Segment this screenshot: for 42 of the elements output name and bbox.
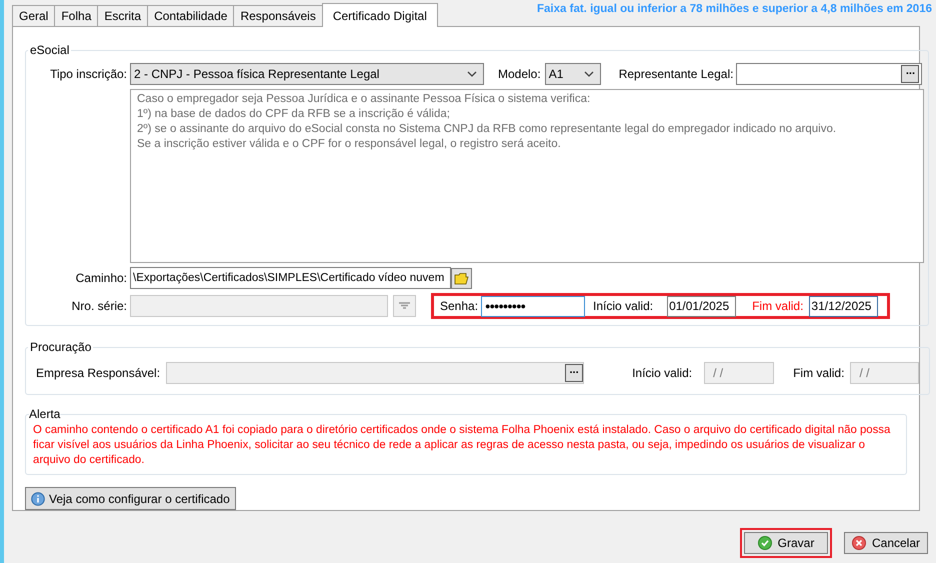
filter-icon (399, 302, 410, 310)
field-label: Empresa Responsável: (36, 365, 160, 382)
help-button[interactable]: Veja como configurar o certificado (25, 487, 236, 510)
field-label: Início valid: (632, 365, 692, 382)
lookup-button[interactable]: ... (901, 65, 920, 83)
filter-button[interactable] (393, 295, 416, 317)
path-field[interactable]: \Exportações\Certificados\SIMPLES\Certificado vídeo nuvem (130, 267, 451, 289)
field-label: Nro. série: (70, 298, 128, 315)
chevron-down-icon (467, 71, 477, 77)
field-label: Modelo: (498, 66, 541, 83)
group-title: Alerta (29, 406, 60, 423)
group-title: eSocial (29, 42, 70, 59)
folder-icon (454, 272, 469, 284)
field-label: Início valid: (593, 298, 654, 315)
tab[interactable]: Geral (12, 5, 56, 26)
representative-field[interactable] (736, 63, 922, 85)
end-date-field[interactable]: 31/12/2025 (809, 296, 878, 316)
start-date-field: / / (704, 362, 774, 384)
field-label: Senha: (440, 298, 478, 315)
info-icon (31, 492, 45, 506)
save-button[interactable]: Gravar (744, 532, 828, 554)
folder-button[interactable] (451, 268, 472, 288)
field-label: Representante Legal: (618, 66, 734, 83)
start-date-field[interactable]: 01/01/2025 (667, 296, 736, 316)
group-title: Procuração (29, 339, 92, 356)
field-label: Caminho: (74, 270, 128, 287)
alert-message: O caminho contendo o certificado A1 foi copiado para o diretório certificados onde o sistema Folha Phoenix está instalado. Caso o arquivo do certificado digital não possa ficar visível aos usuários da Linha Phoenix, solicitar ao seu técnico de rede a aplicar as regras de acesso nesta pasta, ou seja, impedindo os usuários de visualizar o arquivo do certificado. (33, 423, 892, 468)
field-label: Fim valid: (793, 365, 844, 382)
banner-text: Faixa fat. igual ou inferior a 78 milhões e superior a 4,8 milhões em 2016 (537, 2, 932, 17)
tab[interactable]: Certificado Digital (322, 3, 438, 27)
close-icon (852, 536, 866, 550)
info-text-box[interactable]: Caso o empregador seja Pessoa Jurídica e o assinante Pessoa Física o sistema verifica: 1º) na base de dados do CPF da RFB se a inscrição é válida; 2º) se o assinante do arquivo do eSocial consta no Sistema CNPJ da RFB como representante legal do empregador indicado no arquivo. Se a inscrição estiver válida e o CPF for o responsável legal, o registro será aceito. (130, 89, 924, 263)
field-label: Fim valid: (752, 298, 804, 315)
model-dropdown[interactable]: A1 (544, 63, 601, 85)
cancel-button[interactable]: Cancelar (844, 532, 928, 554)
chevron-down-icon (584, 71, 594, 77)
field-label: Tipo inscrição: (49, 66, 128, 83)
type-dropdown[interactable]: 2 - CNPJ - Pessoa física Representante Legal (130, 63, 484, 85)
end-date-field: / / (850, 362, 920, 384)
lookup-button[interactable]: ... (565, 364, 584, 382)
password-field[interactable]: ●●●●●●●●● (481, 296, 586, 316)
check-icon (758, 536, 772, 550)
